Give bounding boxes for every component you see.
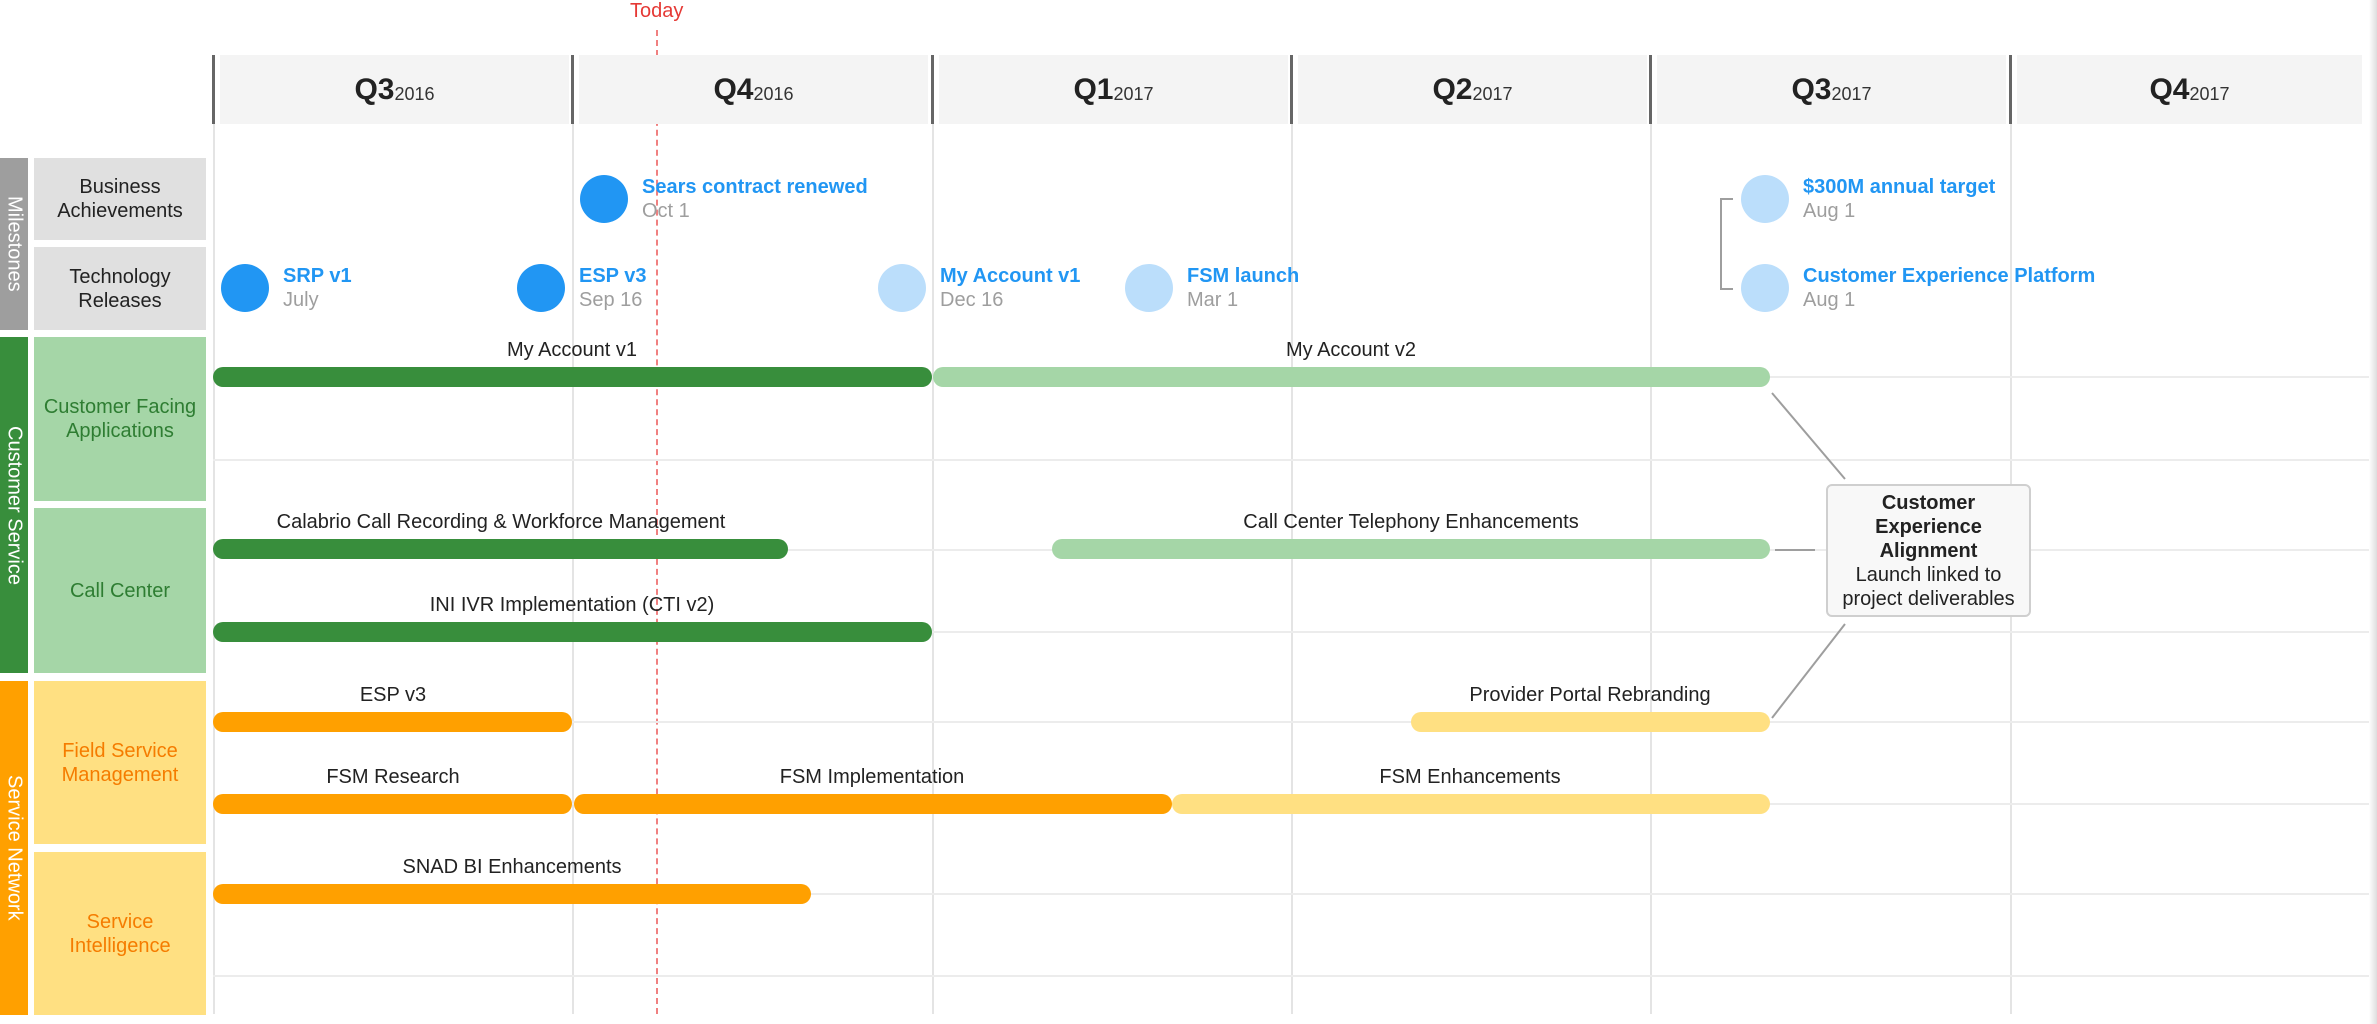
callout-body: Launch linked to project deliverables	[1842, 564, 2015, 610]
callout-connector	[1771, 623, 1846, 719]
callout-connector	[1771, 392, 1846, 480]
milestone-bracket	[1720, 198, 1733, 290]
callout-title: Customer Experience Alignment	[1875, 492, 1982, 562]
torn-edge	[2369, 0, 2377, 1024]
callout-box: Customer Experience Alignment Launch lin…	[1826, 484, 2031, 617]
